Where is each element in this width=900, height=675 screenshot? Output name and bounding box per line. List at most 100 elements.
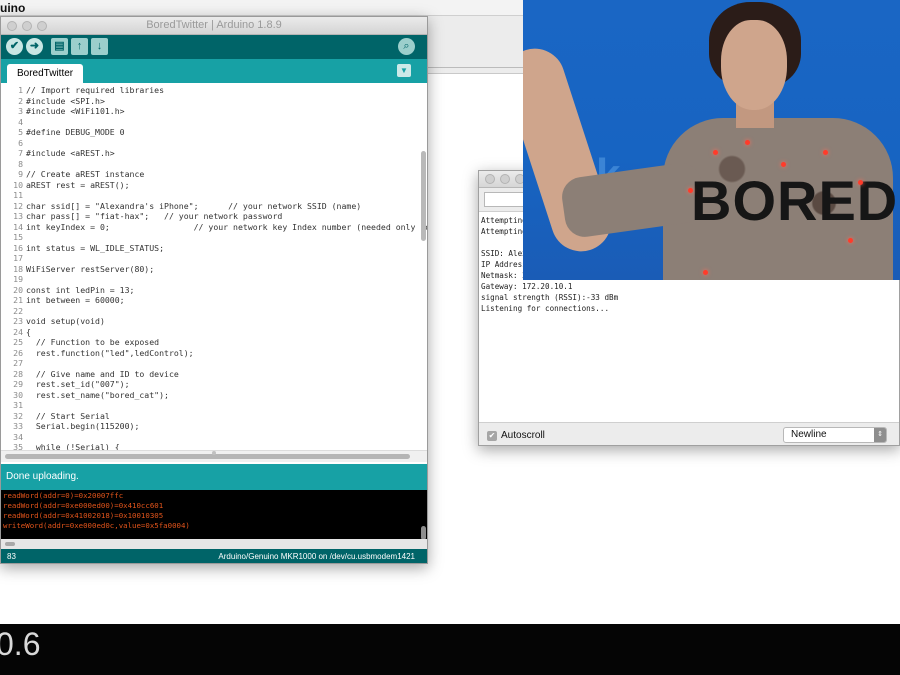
- code-line: 20 const int ledPin = 13;: [1, 285, 134, 296]
- line-number: 1: [18, 85, 23, 95]
- verify-button[interactable]: ✔: [6, 38, 23, 55]
- upload-button[interactable]: ➜: [26, 38, 43, 55]
- code-text: void setup(void): [26, 316, 105, 326]
- new-sketch-button[interactable]: ▤: [51, 38, 68, 55]
- line-ending-select[interactable]: Newline ⇕: [783, 427, 887, 443]
- check-icon: ✔: [9, 40, 20, 52]
- magnifier-icon: ⌕: [403, 40, 410, 52]
- serial-close-button[interactable]: [485, 174, 495, 184]
- code-line: 12 char ssid[] = "Alexandra's iPhone"; //…: [1, 201, 361, 212]
- code-text: int status = WL_IDLE_STATUS;: [26, 242, 165, 253]
- line-number: 23: [13, 316, 23, 326]
- line-number: 28: [13, 368, 23, 379]
- line-number: 18: [13, 263, 23, 274]
- open-sketch-button[interactable]: ↑: [71, 38, 88, 55]
- editor-vertical-scrollbar[interactable]: [421, 151, 426, 241]
- line-number: 26: [13, 347, 23, 358]
- code-line: 22: [1, 306, 26, 317]
- line-number: 17: [13, 253, 23, 263]
- arrow-up-icon: ↑: [76, 40, 83, 52]
- console-line: readWord(addr=0xe000ed00)=0x410cc601: [3, 501, 164, 510]
- console-line: readWord(addr=0x41002018)=0x10010305: [3, 511, 164, 520]
- code-line: 16 int status = WL_IDLE_STATUS;: [1, 243, 164, 254]
- code-line: 11: [1, 190, 26, 201]
- line-number: 21: [13, 295, 23, 305]
- led-light: [745, 140, 750, 145]
- code-text: int between = 60000;: [26, 295, 125, 305]
- save-sketch-button[interactable]: ↓: [91, 38, 108, 55]
- code-line: 23 void setup(void): [1, 316, 105, 327]
- line-number: 9: [18, 169, 23, 179]
- code-text: // Import required libraries: [26, 85, 165, 95]
- background-window: [426, 16, 526, 74]
- led-light: [848, 238, 853, 243]
- arrow-right-icon: ➜: [29, 40, 40, 52]
- code-line: 32 // Start Serial: [1, 411, 110, 422]
- select-arrows-icon: ⇕: [874, 428, 886, 442]
- code-line: 24{: [1, 327, 31, 338]
- led-light: [713, 150, 718, 155]
- line-number: 12: [13, 200, 23, 211]
- code-line: 31: [1, 400, 26, 411]
- arrow-down-icon: ↓: [96, 40, 103, 52]
- autoscroll-label: Autoscroll: [501, 430, 545, 441]
- code-text: {: [26, 326, 31, 337]
- code-text: const int ledPin = 13;: [26, 284, 135, 295]
- ide-window-title: BoredTwitter | Arduino 1.8.9: [146, 19, 282, 31]
- code-text: rest.set_id("007");: [26, 379, 130, 389]
- line-number: 10: [13, 179, 23, 190]
- player-timestamp: 0.6: [0, 626, 41, 662]
- autoscroll-checkbox[interactable]: ✔: [487, 431, 497, 441]
- webcam-overlay: ack BORED: [523, 0, 900, 280]
- console-line: readWord(addr=0)=0x20007ffc: [3, 491, 124, 500]
- code-line: 19: [1, 274, 26, 285]
- line-number: 20: [13, 284, 23, 295]
- board-port-info: Arduino/Genuino MKR1000 on /dev/cu.usbmo…: [218, 552, 415, 561]
- line-number: 25: [13, 337, 23, 347]
- ide-title-bar[interactable]: BoredTwitter | Arduino 1.8.9: [1, 17, 427, 35]
- ide-footer: 83 Arduino/Genuino MKR1000 on /dev/cu.us…: [1, 549, 427, 563]
- led-light: [703, 270, 708, 275]
- serial-output-line: Attempting: [481, 227, 527, 236]
- line-number: 33: [13, 421, 23, 431]
- line-number: 22: [13, 305, 23, 316]
- video-player-bar[interactable]: 0.6: [0, 624, 900, 675]
- line-number: 6: [18, 137, 23, 148]
- code-text: #define DEBUG_MODE 0: [26, 127, 125, 137]
- code-line: 27: [1, 358, 26, 369]
- serial-output-line: SSID: Alex: [481, 249, 527, 258]
- serial-monitor-button[interactable]: ⌕: [398, 38, 415, 55]
- sketch-tab-bar: BoredTwitter ▼: [1, 59, 427, 83]
- line-number: 29: [13, 379, 23, 389]
- menu-app-name[interactable]: uino: [0, 1, 25, 15]
- code-text: char ssid[] = "Alexandra's iPhone"; // y…: [26, 200, 362, 211]
- console-line: writeWord(addr=0xe000ed0c,value=0x5fa000…: [3, 521, 190, 530]
- code-line: 6: [1, 138, 26, 149]
- line-number: 2: [18, 95, 23, 106]
- serial-output-line: signal strength (RSSI):-33 dBm: [481, 293, 619, 302]
- line-number: 7: [18, 148, 23, 158]
- line-number: 15: [13, 232, 23, 242]
- led-light: [858, 180, 863, 185]
- tab-menu-button[interactable]: ▼: [397, 64, 411, 77]
- splitter-handle[interactable]: [212, 451, 216, 455]
- line-number: 13: [13, 211, 23, 221]
- code-line: 17: [1, 253, 26, 264]
- console-vertical-scrollbar[interactable]: [421, 526, 426, 540]
- led-light: [688, 188, 693, 193]
- serial-minimize-button[interactable]: [500, 174, 510, 184]
- code-line: 28 // Give name and ID to device: [1, 369, 179, 380]
- console-horizontal-scrollbar[interactable]: [5, 542, 15, 546]
- code-line: 1// Import required libraries: [1, 85, 164, 96]
- code-line: 21 int between = 60000;: [1, 295, 125, 306]
- status-bar: Done uploading.: [1, 464, 427, 490]
- line-number: 24: [13, 326, 23, 337]
- code-text: #include <SPI.h>: [26, 95, 105, 106]
- code-line: 29 rest.set_id("007");: [1, 379, 130, 390]
- line-number: 30: [13, 389, 23, 400]
- tab-boredtwitter[interactable]: BoredTwitter: [7, 64, 84, 83]
- editor-horizontal-scrollbar[interactable]: [5, 454, 410, 459]
- console-horizontal-scrollbar-track: [1, 539, 427, 549]
- code-editor[interactable]: 1// Import required libraries 2 #include <…: [1, 83, 427, 450]
- code-line: 33 Serial.begin(115200);: [1, 421, 139, 432]
